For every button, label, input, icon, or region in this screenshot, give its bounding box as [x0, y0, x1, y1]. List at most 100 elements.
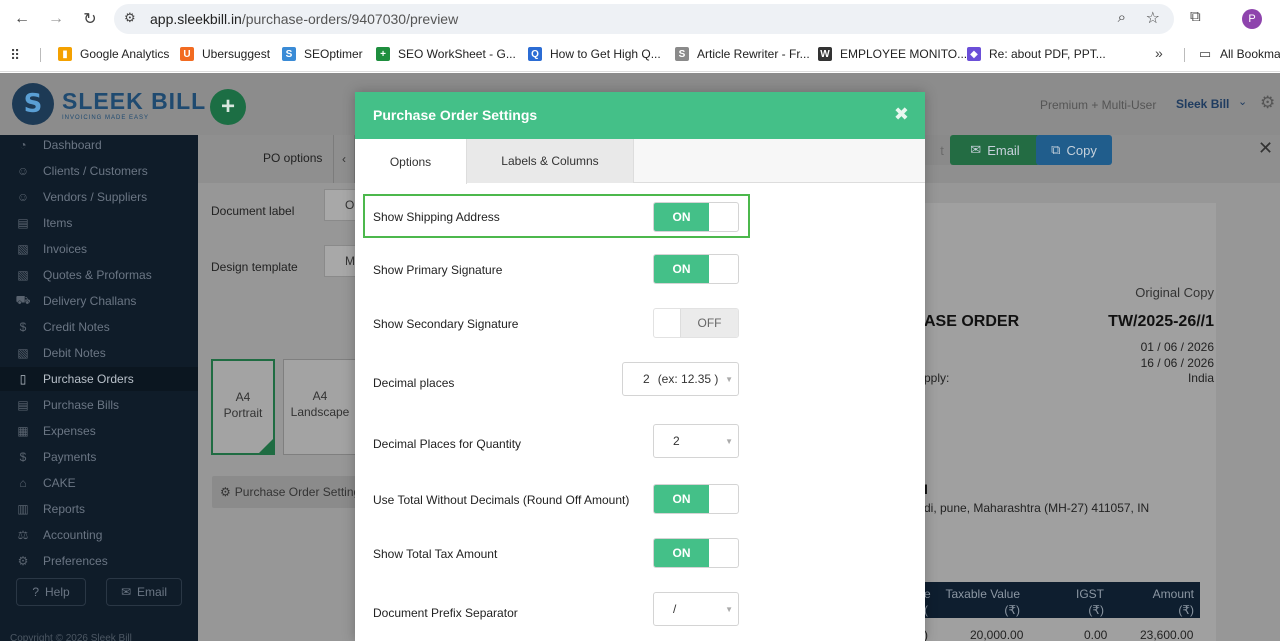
header-col-taxable: Taxable Value (₹): [945, 587, 1021, 617]
purchase-order-icon: ▯: [19, 372, 27, 386]
sidebar-item-purchase-bills[interactable]: ▤ Purchase Bills: [0, 393, 198, 417]
sidebar-item-reports[interactable]: ▥ Reports: [0, 497, 198, 521]
gear-icon[interactable]: ⚙: [1260, 93, 1275, 113]
bookmark-item[interactable]: U Ubersuggest: [180, 47, 270, 61]
template-a4-portrait[interactable]: A4 Portrait: [211, 359, 275, 455]
url-text[interactable]: app.sleekbill.in/purchase-orders/9407030…: [150, 11, 458, 27]
sidebar-item-label: Payments: [43, 450, 97, 464]
invoice-icon: ▧: [17, 242, 29, 256]
setting-show-secondary-signature: Show Secondary Signature OFF: [355, 302, 925, 346]
setting-label: Show Shipping Address: [373, 210, 500, 224]
bookmark-item[interactable]: Q How to Get High Q...: [528, 47, 661, 61]
tab-labels-columns[interactable]: Labels & Columns: [467, 139, 634, 183]
reload-icon[interactable]: ↻: [78, 7, 102, 31]
sidebar-item-payments[interactable]: $ Payments: [0, 445, 198, 469]
back-arrow-icon[interactable]: ←: [10, 7, 34, 31]
account-menu[interactable]: Sleek Bill: [1176, 97, 1229, 111]
debit-note-icon: ▧: [17, 346, 29, 360]
document-label-title: Document label: [211, 204, 295, 218]
copy-button[interactable]: ⧉ Copy: [1036, 135, 1112, 165]
sidebar-item-items[interactable]: ▤ Items: [0, 211, 198, 235]
bookmark-item[interactable]: S SEOptimer: [282, 47, 363, 61]
add-new-button[interactable]: +: [210, 89, 246, 125]
forward-arrow-icon[interactable]: →: [44, 7, 68, 31]
sidebar: ◔ Dashboard ☺ Clients / Customers ☺ Vendors /…: [0, 135, 198, 641]
sidebar-item-credit-notes[interactable]: $ Credit Notes: [0, 315, 198, 339]
header-col-igst: IGST (₹): [1075, 587, 1104, 617]
sidebar-item-delivery-challans[interactable]: ⛟ Delivery Challans: [0, 289, 198, 313]
sidebar-item-invoices[interactable]: ▧ Invoices: [0, 237, 198, 261]
sidebar-item-label: Quotes & Proformas: [43, 268, 152, 282]
envelope-icon: ✉: [970, 142, 982, 157]
close-icon[interactable]: ✖: [894, 104, 909, 125]
setting-label: Show Primary Signature: [373, 263, 503, 277]
table-cell: 0.00: [1084, 628, 1108, 641]
address-bar[interactable]: ⚙ app.sleekbill.in/purchase-orders/94070…: [114, 4, 1174, 34]
bookmark-item[interactable]: ▮ Google Analytics: [58, 47, 169, 61]
email-support-button[interactable]: ✉ Email: [106, 578, 182, 606]
setting-show-shipping-address: Show Shipping Address ON: [355, 194, 925, 238]
site-info-icon[interactable]: ⚙: [124, 10, 142, 28]
tab-options[interactable]: Options: [355, 139, 467, 184]
bookmark-item[interactable]: ◆ Re: about PDF, PPT...: [967, 47, 1106, 61]
document-date: 01 / 06 / 2026: [1140, 340, 1214, 354]
template-a4-landscape[interactable]: A4 Landscape: [283, 359, 357, 455]
all-bookmarks[interactable]: ▭ All Bookma: [1198, 46, 1280, 61]
truck-icon: ⛟: [15, 293, 31, 307]
bookmark-item[interactable]: S Article Rewriter - Fr...: [675, 47, 810, 61]
total-tax-toggle[interactable]: ON: [653, 538, 739, 568]
setting-label: Show Total Tax Amount: [373, 547, 498, 561]
bookmark-favicon-icon: ◆: [967, 47, 981, 61]
bookmark-star-icon[interactable]: ☆: [1146, 8, 1160, 28]
preferences-icon: ⚙: [17, 554, 29, 568]
setting-show-primary-signature: Show Primary Signature ON: [355, 248, 925, 292]
sidebar-item-preferences[interactable]: ⚙ Preferences: [0, 549, 198, 573]
setting-label: Show Secondary Signature: [373, 317, 519, 331]
more-bookmarks-icon[interactable]: »: [1155, 45, 1163, 61]
items-icon: ▤: [17, 216, 29, 230]
caret-down-icon: ▼: [725, 437, 733, 446]
setting-label: Use Total Without Decimals (Round Off Am…: [373, 493, 630, 507]
collapse-chevron-icon[interactable]: ‹: [333, 135, 355, 183]
bookmark-favicon-icon: W: [818, 47, 832, 61]
sidebar-item-label: Purchase Bills: [43, 398, 120, 412]
sidebar-item-cake[interactable]: ⌂ CAKE: [0, 471, 198, 495]
primary-signature-toggle[interactable]: ON: [653, 254, 739, 284]
sidebar-item-debit-notes[interactable]: ▧ Debit Notes: [0, 341, 198, 365]
sidebar-item-label: Expenses: [43, 424, 96, 438]
shipping-address-toggle[interactable]: ON: [653, 202, 739, 232]
accounting-icon: ⚖: [17, 528, 29, 542]
dashboard-icon: ◔: [19, 138, 27, 152]
sidebar-item-expenses[interactable]: ▦ Expenses: [0, 419, 198, 443]
chevron-down-icon[interactable]: ⌄: [1238, 95, 1247, 108]
secondary-signature-toggle[interactable]: OFF: [653, 308, 739, 338]
sidebar-item-purchase-orders[interactable]: ▯ Purchase Orders: [0, 367, 198, 391]
sidebar-item-clients-customers[interactable]: ☺ Clients / Customers: [0, 159, 198, 183]
bookmarks-bar: ⠿ ▮ Google Analytics U Ubersuggest S SEOptime…: [0, 38, 1280, 72]
quote-icon: ▧: [17, 268, 29, 282]
zoom-icon[interactable]: ⌕: [1118, 9, 1126, 26]
decimal-places-quantity-select[interactable]: 2 ▼: [653, 424, 739, 458]
sidebar-item-vendors-suppliers[interactable]: ☺ Vendors / Suppliers: [0, 185, 198, 209]
sidebar-item-accounting[interactable]: ⚖ Accounting: [0, 523, 198, 547]
bookmark-favicon-icon: ▮: [58, 47, 72, 61]
apps-grid-icon[interactable]: ⠿: [10, 47, 20, 64]
extensions-icon[interactable]: ⧉: [1190, 8, 1210, 28]
caret-down-icon: ▼: [725, 605, 733, 614]
copy-icon: ⧉: [1051, 142, 1061, 157]
bookmark-item[interactable]: W EMPLOYEE MONITO...: [818, 47, 967, 61]
profile-avatar[interactable]: P: [1242, 9, 1262, 29]
help-button[interactable]: ? Help: [16, 578, 86, 606]
email-button[interactable]: ✉ Email: [950, 135, 1040, 165]
sleek-bill-logo[interactable]: S SLEEK BILL INVOICING MADE EASY: [12, 83, 206, 125]
sidebar-item-quotes-proformas[interactable]: ▧ Quotes & Proformas: [0, 263, 198, 287]
prefix-separator-select[interactable]: / ▼: [653, 592, 739, 626]
round-off-toggle[interactable]: ON: [653, 484, 739, 514]
close-icon[interactable]: ✕: [1258, 138, 1273, 159]
bookmark-item[interactable]: + SEO WorkSheet - G...: [376, 47, 516, 61]
decimal-places-select[interactable]: 2 (ex: 12.35 ) ▼: [622, 362, 739, 396]
sidebar-item-dashboard[interactable]: ◔ Dashboard: [0, 133, 198, 157]
purchase-order-settings-button[interactable]: ⚙ Purchase Order Settings: [212, 476, 358, 508]
vendors-icon: ☺: [16, 190, 30, 204]
logo-name: SLEEK BILL: [62, 87, 207, 114]
